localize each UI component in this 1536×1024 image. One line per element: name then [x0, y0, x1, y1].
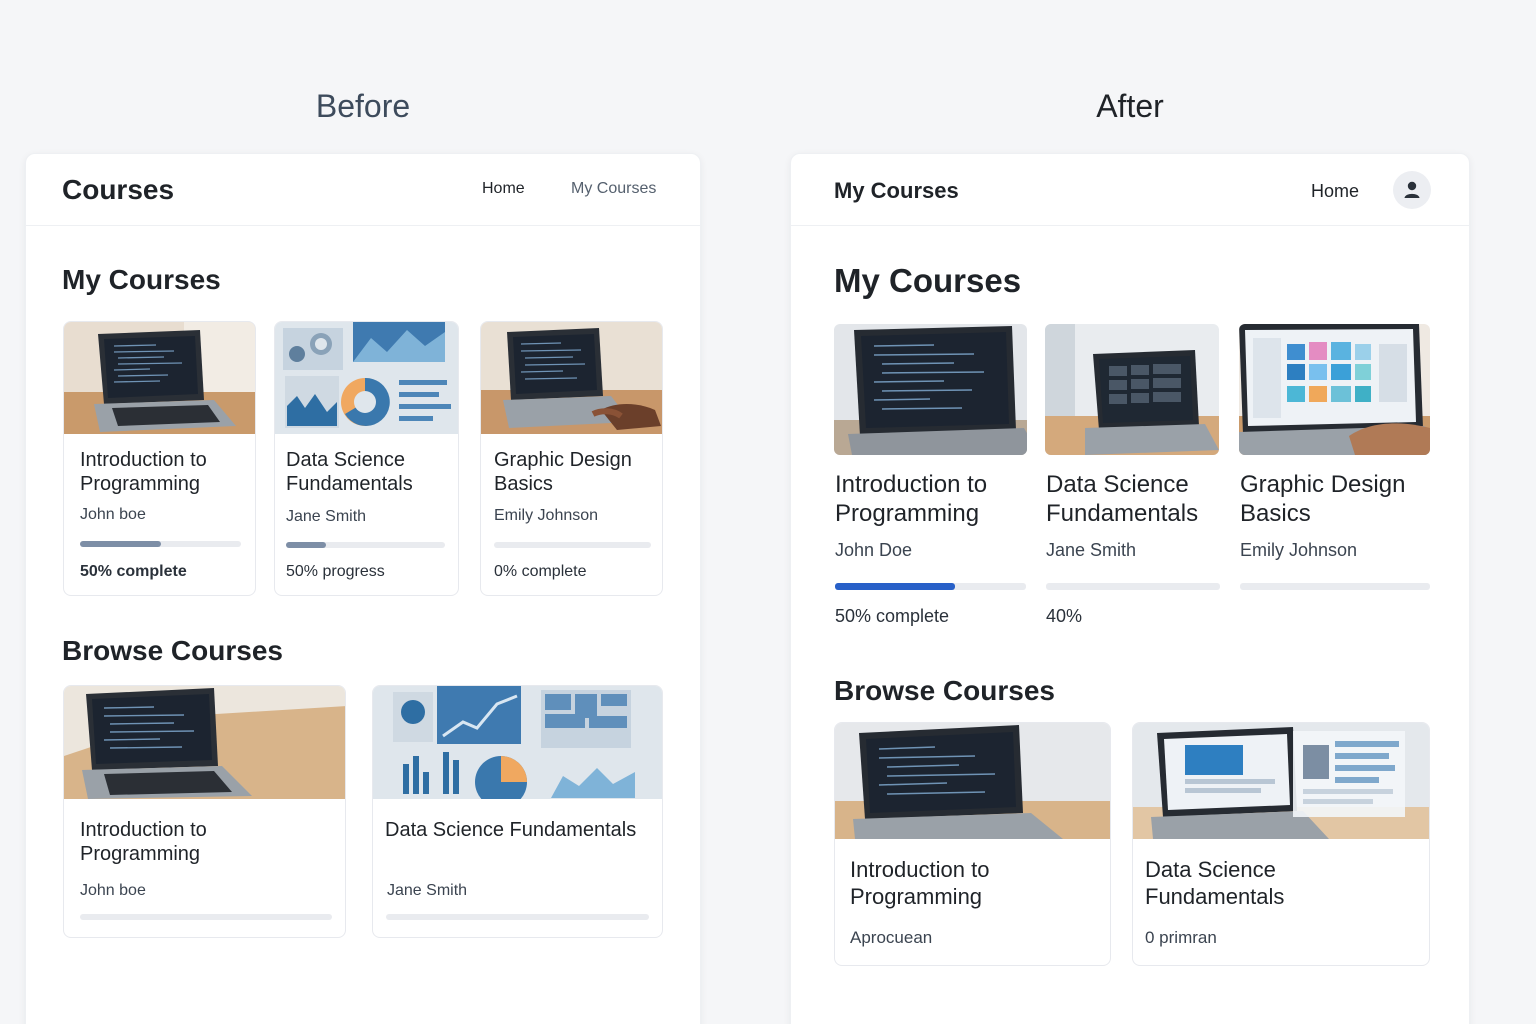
progress-fill — [835, 583, 956, 590]
course-instructor: John boe — [80, 882, 146, 899]
progress-bar — [1046, 583, 1220, 590]
course-card[interactable]: Introduction to Programming John boe 50%… — [63, 321, 256, 596]
progress-text: 50% progress — [286, 563, 385, 580]
course-card[interactable]: Data Science Fundamentals Jane Smith 50%… — [274, 321, 459, 596]
nav-home-link[interactable]: Home — [1311, 181, 1359, 202]
browse-card[interactable]: Introduction to Programming John boe — [63, 685, 346, 938]
progress-bar — [386, 914, 649, 920]
after-label: After — [1096, 88, 1164, 124]
browse-card[interactable]: Data Science Fundamentals 0 primran — [1132, 722, 1430, 966]
before-label: Before — [315, 88, 411, 124]
course-title: Data Science Fundamentals — [385, 819, 637, 841]
course-card[interactable]: Graphic Design Basics Emily Johnson 0% c… — [480, 321, 663, 596]
course-instructor: John Doe — [835, 540, 913, 560]
course-card[interactable]: Graphic Design Basics Emily Johnson — [1239, 324, 1430, 634]
course-title: Data Science Fundamentals — [1046, 471, 1199, 528]
course-thumbnail — [834, 324, 1027, 455]
progress-bar — [80, 541, 241, 547]
before-panel: Courses Home My Courses My Courses Intro… — [25, 153, 701, 1024]
brand-title: Courses — [62, 174, 175, 205]
course-thumbnail — [1239, 324, 1430, 455]
nav-home-link[interactable]: Home — [482, 180, 525, 198]
progress-bar — [80, 914, 332, 920]
course-title: Data Science Fundamentals — [286, 449, 413, 496]
course-instructor: Jane Smith — [286, 508, 367, 525]
course-instructor: John boe — [80, 506, 146, 523]
progress-bar — [494, 542, 651, 548]
course-instructor: Jane Smith — [387, 882, 468, 899]
course-thumbnail — [481, 322, 662, 434]
browse-courses-heading: Browse Courses — [62, 635, 283, 666]
my-courses-heading: My Courses — [62, 264, 221, 295]
course-subtitle: 0 primran — [1145, 928, 1217, 947]
course-title: Introduction to Programming — [835, 471, 988, 528]
nav-my-courses-link[interactable]: My Courses — [571, 180, 656, 198]
progress-fill — [80, 541, 161, 547]
browse-card[interactable]: Introduction to Programming Aprocuean — [834, 722, 1111, 966]
course-title: Introduction to Programming — [80, 819, 207, 866]
after-panel: My Courses Home My Courses Introduction … — [790, 153, 1470, 1024]
progress-bar — [286, 542, 445, 548]
progress-bar — [1240, 583, 1430, 590]
course-thumbnail — [64, 322, 255, 434]
course-thumbnail — [1133, 723, 1429, 839]
progress-text: 40% — [1046, 606, 1083, 626]
progress-bar — [835, 583, 1026, 590]
user-icon — [1404, 181, 1420, 198]
course-instructor: Emily Johnson — [494, 507, 599, 524]
navbar: My Courses Home — [791, 154, 1469, 226]
progress-fill — [286, 542, 326, 548]
course-thumbnail — [835, 723, 1110, 839]
course-card[interactable]: Introduction to Programming John Doe 50%… — [834, 324, 1027, 634]
brand-title: My Courses — [834, 178, 959, 203]
course-title: Data Science Fundamentals — [1145, 857, 1285, 909]
course-instructor: Emily Johnson — [1240, 540, 1358, 560]
navbar: Courses Home My Courses — [26, 154, 700, 226]
progress-text: 0% complete — [494, 563, 587, 580]
course-thumbnail — [275, 322, 458, 434]
course-instructor: Jane Smith — [1046, 540, 1137, 560]
course-card[interactable]: Data Science Fundamentals Jane Smith 40% — [1045, 324, 1220, 634]
browse-card[interactable]: Data Science Fundamentals Jane Smith — [372, 685, 663, 938]
course-thumbnail — [1045, 324, 1219, 455]
course-thumbnail — [373, 686, 662, 799]
browse-courses-heading: Browse Courses — [834, 675, 1055, 706]
course-subtitle: Aprocuean — [850, 928, 933, 947]
course-title: Graphic Design Basics — [1240, 471, 1406, 528]
course-title: Introduction to Programming — [80, 449, 207, 496]
course-thumbnail — [64, 686, 345, 799]
my-courses-heading: My Courses — [834, 262, 1022, 299]
user-avatar-button[interactable] — [1393, 171, 1431, 209]
course-title: Introduction to Programming — [850, 857, 990, 909]
progress-text: 50% complete — [835, 606, 950, 626]
course-title: Graphic Design Basics — [494, 449, 632, 496]
progress-text: 50% complete — [80, 563, 187, 580]
